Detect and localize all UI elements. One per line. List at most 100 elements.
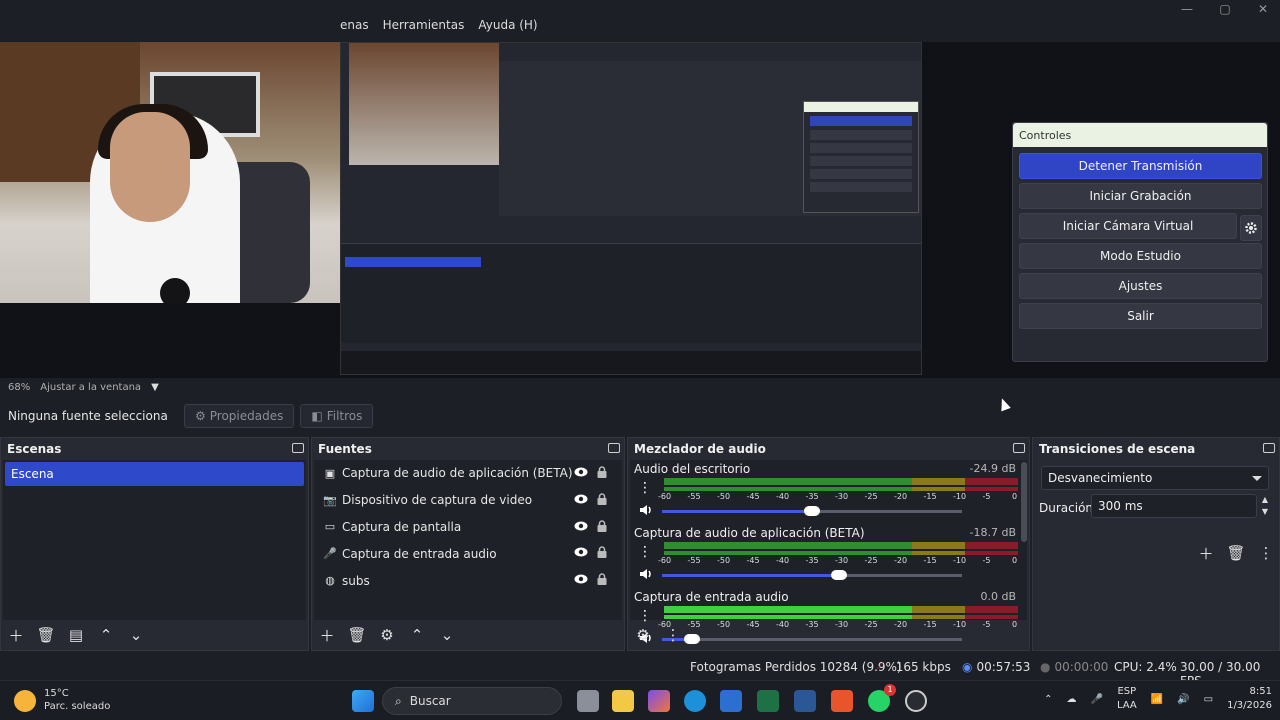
- properties-button[interactable]: ⚙ Propiedades: [184, 404, 295, 428]
- meter-tick: -25: [864, 556, 878, 565]
- move-up-icon[interactable]: ⌃: [406, 624, 428, 646]
- obs-icon[interactable]: [905, 690, 927, 712]
- file-explorer-icon[interactable]: [612, 690, 634, 712]
- undock-icon[interactable]: [292, 443, 304, 453]
- add-source-button[interactable]: ＋: [316, 624, 338, 646]
- studio-mode-button[interactable]: Modo Estudio: [1019, 243, 1262, 269]
- transition-select[interactable]: Desvanecimiento: [1041, 466, 1269, 490]
- eye-icon[interactable]: [574, 547, 588, 557]
- wifi-icon[interactable]: 📶: [1151, 694, 1163, 705]
- source-row[interactable]: 🎤 Captura de entrada audio: [314, 540, 622, 567]
- undock-icon[interactable]: [1013, 443, 1025, 453]
- kebab-menu-icon[interactable]: ⋮: [1255, 542, 1277, 564]
- kebab-menu-icon[interactable]: ⋮: [638, 478, 652, 498]
- start-virtual-camera-button[interactable]: Iniciar Cámara Virtual: [1019, 213, 1237, 239]
- menu-help[interactable]: Ayuda (H): [478, 18, 537, 40]
- globe-icon: ◍: [325, 574, 335, 588]
- weather-widget[interactable]: 15°C Parc. soleado: [14, 687, 110, 713]
- meter-tick: -40: [776, 492, 790, 501]
- advanced-audio-gear-icon[interactable]: ⚙: [632, 624, 654, 646]
- clock[interactable]: 8:51 1/3/2026: [1227, 685, 1272, 713]
- lock-icon[interactable]: [596, 466, 608, 478]
- settings-button[interactable]: Ajustes: [1019, 273, 1262, 299]
- eye-icon[interactable]: [574, 467, 588, 477]
- clock-time: 8:51: [1249, 686, 1272, 697]
- exit-button[interactable]: Salir: [1019, 303, 1262, 329]
- minimize-button[interactable]: —: [1178, 2, 1196, 16]
- source-row[interactable]: ▭ Captura de pantalla: [314, 514, 622, 541]
- mic-icon[interactable]: 🎤: [1091, 694, 1103, 705]
- speaker-icon[interactable]: [638, 566, 654, 582]
- speaker-icon[interactable]: [638, 502, 654, 518]
- language-indicator[interactable]: ESP LAA: [1117, 685, 1137, 713]
- brave-icon[interactable]: [831, 690, 853, 712]
- meter-tick: -50: [717, 556, 731, 565]
- add-transition-button[interactable]: ＋: [1195, 542, 1217, 564]
- eye-icon[interactable]: [574, 521, 588, 531]
- trash-icon[interactable]: 🗑: [346, 624, 368, 646]
- stream-time: 00:57:53: [976, 660, 1031, 674]
- duration-input[interactable]: 300 ms: [1091, 494, 1257, 518]
- stop-stream-button[interactable]: Detener Transmisión: [1019, 153, 1262, 179]
- eye-icon[interactable]: [574, 494, 588, 504]
- dropped-frames: Fotogramas Perdidos 10284 (9.9%): [690, 660, 902, 674]
- windows-start-icon[interactable]: [352, 690, 374, 712]
- zoom-fit-dropdown[interactable]: Ajustar a la ventana: [40, 382, 141, 393]
- duration-spinner[interactable]: ▲ ▼: [1259, 494, 1271, 518]
- channel-name: Audio del escritorio: [634, 462, 751, 476]
- task-view-icon[interactable]: [577, 690, 599, 712]
- close-button[interactable]: ✕: [1254, 2, 1272, 16]
- move-down-icon[interactable]: ⌄: [436, 624, 458, 646]
- excel-icon[interactable]: [757, 690, 779, 712]
- copilot-icon[interactable]: [648, 690, 670, 712]
- eye-icon[interactable]: [574, 574, 588, 584]
- start-recording-button[interactable]: Iniciar Grabación: [1019, 183, 1262, 209]
- volume-icon[interactable]: 🔊: [1177, 694, 1189, 705]
- maximize-button[interactable]: ▢: [1216, 2, 1234, 16]
- source-row[interactable]: ▣ Captura de audio de aplicación (BETA): [314, 460, 622, 487]
- scene-item[interactable]: Escena: [5, 462, 304, 486]
- trash-icon[interactable]: 🗑: [1225, 542, 1247, 564]
- temperature: 15°C: [44, 688, 69, 699]
- virtual-camera-settings-button[interactable]: [1240, 215, 1262, 241]
- chevron-down-icon[interactable]: ▼: [151, 382, 159, 393]
- kebab-menu-icon[interactable]: ⋮: [638, 542, 652, 562]
- undock-icon[interactable]: [608, 443, 620, 453]
- trash-icon[interactable]: 🗑: [35, 624, 57, 646]
- scenes-title: Escenas: [7, 442, 62, 456]
- volume-slider[interactable]: [662, 570, 962, 580]
- lock-icon[interactable]: [596, 493, 608, 505]
- taskbar-search[interactable]: ⌕ Buscar: [382, 687, 562, 715]
- kebab-menu-icon[interactable]: ⋮: [662, 624, 684, 646]
- source-row[interactable]: ◍ subs: [314, 567, 622, 594]
- menu-scenes[interactable]: enas: [340, 18, 369, 40]
- move-up-icon[interactable]: ⌃: [95, 624, 117, 646]
- meter-tick: -15: [923, 556, 937, 565]
- word-icon[interactable]: [794, 690, 816, 712]
- chevron-up-icon[interactable]: ⌃: [1044, 694, 1052, 705]
- add-scene-button[interactable]: ＋: [5, 624, 27, 646]
- meter-tick: -15: [923, 492, 937, 501]
- sources-title: Fuentes: [318, 442, 372, 456]
- whatsapp-icon[interactable]: 1: [868, 684, 896, 712]
- lock-icon[interactable]: [596, 546, 608, 559]
- store-icon[interactable]: [720, 690, 742, 712]
- meter-tick: -30: [835, 492, 849, 501]
- menu-tools[interactable]: Herramientas: [383, 18, 465, 40]
- move-down-icon[interactable]: ⌄: [125, 624, 147, 646]
- volume-slider[interactable]: [662, 506, 962, 516]
- gear-icon[interactable]: ⚙: [376, 624, 398, 646]
- lock-icon[interactable]: [596, 519, 608, 532]
- lock-icon[interactable]: [596, 573, 608, 586]
- battery-icon[interactable]: ▭: [1204, 694, 1213, 705]
- meter-tick: -25: [864, 492, 878, 501]
- cloud-icon[interactable]: ☁: [1067, 694, 1077, 705]
- mixer-scrollbar[interactable]: [1021, 462, 1027, 542]
- zoom-bar: 68% Ajustar a la ventana ▼: [0, 378, 1280, 396]
- edge-icon[interactable]: [684, 690, 706, 712]
- source-row[interactable]: 📷 Dispositivo de captura de video: [314, 487, 622, 514]
- filters-button[interactable]: ◧ Filtros: [300, 404, 374, 428]
- undock-icon[interactable]: [1263, 443, 1275, 453]
- meter-tick: -10: [953, 492, 967, 501]
- scene-filters-icon[interactable]: ▤: [65, 624, 87, 646]
